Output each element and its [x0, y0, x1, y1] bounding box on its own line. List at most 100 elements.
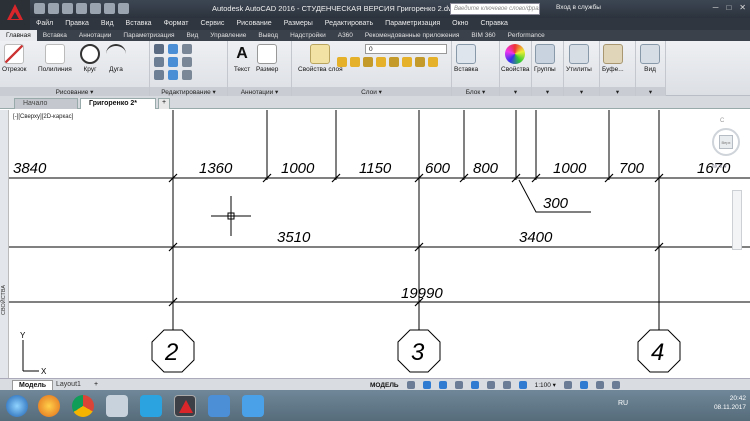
workspace-gear-icon[interactable] [563, 381, 572, 389]
tab-featured-apps[interactable]: Рекомендованные приложения [359, 30, 465, 41]
signin-button[interactable]: Вход в службы [556, 4, 601, 11]
menu-draw[interactable]: Рисование [230, 18, 277, 30]
menu-file[interactable]: Файл [30, 18, 59, 30]
tab-manage[interactable]: Управление [204, 30, 252, 41]
save-as-icon[interactable] [76, 3, 87, 14]
firefox-icon[interactable] [38, 395, 60, 417]
undo-icon[interactable] [104, 3, 115, 14]
add-layout-button[interactable]: + [88, 380, 104, 390]
snap-icon[interactable] [422, 381, 431, 389]
tab-performance[interactable]: Performance [502, 30, 551, 41]
menu-insert[interactable]: Вставка [120, 18, 158, 30]
viewcube-face-top[interactable]: Верх [719, 135, 733, 149]
chrome-icon[interactable] [72, 395, 94, 417]
tab-annotate[interactable]: Аннотации [73, 30, 118, 41]
new-doc-tab-button[interactable]: + [158, 98, 170, 109]
language-indicator[interactable]: RU [618, 400, 628, 407]
layer-merge-icon[interactable] [428, 57, 438, 67]
tab-output[interactable]: Вывод [252, 30, 284, 41]
scale-icon[interactable] [168, 70, 178, 80]
autocad-app-menu-button[interactable] [0, 0, 30, 30]
layers-group-label[interactable]: Слои ▾ [292, 87, 451, 96]
layer-isolate-icon[interactable] [376, 57, 386, 67]
tab-model[interactable]: Модель [12, 380, 54, 390]
clipboard-tool[interactable]: Буфе... [602, 44, 624, 73]
fullscreen-icon[interactable] [595, 381, 604, 389]
start-button[interactable] [6, 395, 28, 417]
menu-window[interactable]: Окно [446, 18, 474, 30]
redo-icon[interactable] [118, 3, 129, 14]
move-icon[interactable] [154, 44, 164, 54]
menu-view[interactable]: Вид [95, 18, 120, 30]
line-tool[interactable]: Отрезок [2, 44, 27, 73]
telegram-icon[interactable] [106, 395, 128, 417]
doc-tab-drawing[interactable]: Григоренко 2* [80, 98, 156, 109]
screenshot-tool-icon[interactable] [242, 395, 264, 417]
layer-properties-tool[interactable]: Свойства слоя [298, 44, 343, 73]
tab-view[interactable]: Вид [181, 30, 205, 41]
open-file-icon[interactable] [48, 3, 59, 14]
annotation-visibility-icon[interactable] [518, 381, 527, 389]
lineweight-icon[interactable] [502, 381, 511, 389]
viewcube[interactable]: C Верх МСК ▾ [710, 118, 740, 178]
text-tool[interactable]: A Текст [232, 44, 252, 73]
menu-edit[interactable]: Правка [59, 18, 95, 30]
tab-a360[interactable]: A360 [332, 30, 359, 41]
layer-previous-icon[interactable] [402, 57, 412, 67]
tab-insert[interactable]: Вставка [37, 30, 73, 41]
mirror-icon[interactable] [168, 57, 178, 67]
save-icon[interactable] [62, 3, 73, 14]
polyline-tool[interactable]: Полилиния [38, 44, 72, 73]
viewport-controls[interactable]: [-][Сверху][2D-каркас] [13, 114, 73, 120]
layer-walk-icon[interactable] [415, 57, 425, 67]
arc-tool[interactable]: Дуга [106, 44, 126, 73]
ortho-icon[interactable] [438, 381, 447, 389]
maximize-button[interactable]: □ [726, 3, 731, 12]
osnap-icon[interactable] [470, 381, 479, 389]
tab-layout1[interactable]: Layout1 [50, 380, 87, 390]
layer-off-icon[interactable] [337, 57, 347, 67]
navigation-bar[interactable] [732, 190, 742, 250]
isolate-icon[interactable] [579, 381, 588, 389]
tab-parametric[interactable]: Параметризация [117, 30, 180, 41]
layer-freeze-icon[interactable] [350, 57, 360, 67]
properties-tool[interactable]: Свойства [501, 44, 530, 73]
layer-lock-icon[interactable] [363, 57, 373, 67]
utilities-tool[interactable]: Утилиты [566, 44, 592, 73]
customize-icon[interactable] [611, 381, 620, 389]
trim-icon[interactable] [182, 44, 192, 54]
menu-format[interactable]: Формат [158, 18, 195, 30]
new-file-icon[interactable] [34, 3, 45, 14]
search-input[interactable]: Введите ключевое слово/фразу [450, 3, 540, 15]
draw-group-label[interactable]: Рисование ▾ [0, 87, 149, 96]
menu-tools[interactable]: Сервис [194, 18, 230, 30]
view-tool[interactable]: Вид [640, 44, 660, 73]
explorer-icon[interactable] [208, 395, 230, 417]
tab-bim360[interactable]: BIM 360 [465, 30, 501, 41]
modify-group-label[interactable]: Редактирование ▾ [150, 87, 227, 96]
insert-block-tool[interactable]: Вставка [454, 44, 478, 73]
menu-dimension[interactable]: Размеры [278, 18, 319, 30]
properties-palette-strip[interactable]: СВОЙСТВА [0, 110, 9, 378]
layer-match-icon[interactable] [389, 57, 399, 67]
annotation-group-label[interactable]: Аннотации ▾ [228, 87, 291, 96]
doc-tab-start[interactable]: Начало [14, 98, 78, 109]
menu-modify[interactable]: Редактировать [319, 18, 379, 30]
drawing-area[interactable]: 3840 1360 1000 1150 600 800 1000 700 167… [9, 110, 750, 378]
layer-dropdown[interactable]: 0 [365, 44, 447, 54]
array-icon[interactable] [182, 70, 192, 80]
wcs-menu[interactable]: МСК ▾ [712, 164, 727, 170]
model-space-button[interactable]: МОДЕЛЬ [370, 382, 399, 389]
block-group-label[interactable]: Блок ▾ [452, 87, 499, 96]
groups-tool[interactable]: Группы [534, 44, 556, 73]
minimize-button[interactable]: ─ [713, 3, 719, 12]
polar-icon[interactable] [454, 381, 463, 389]
fillet-icon[interactable] [182, 57, 192, 67]
skype-icon[interactable] [140, 395, 162, 417]
circle-tool[interactable]: Круг [80, 44, 100, 73]
grid-icon[interactable] [406, 381, 415, 389]
tab-home[interactable]: Главная [0, 30, 37, 41]
otrack-icon[interactable] [486, 381, 495, 389]
print-icon[interactable] [90, 3, 101, 14]
menu-parametric[interactable]: Параметризация [379, 18, 446, 30]
